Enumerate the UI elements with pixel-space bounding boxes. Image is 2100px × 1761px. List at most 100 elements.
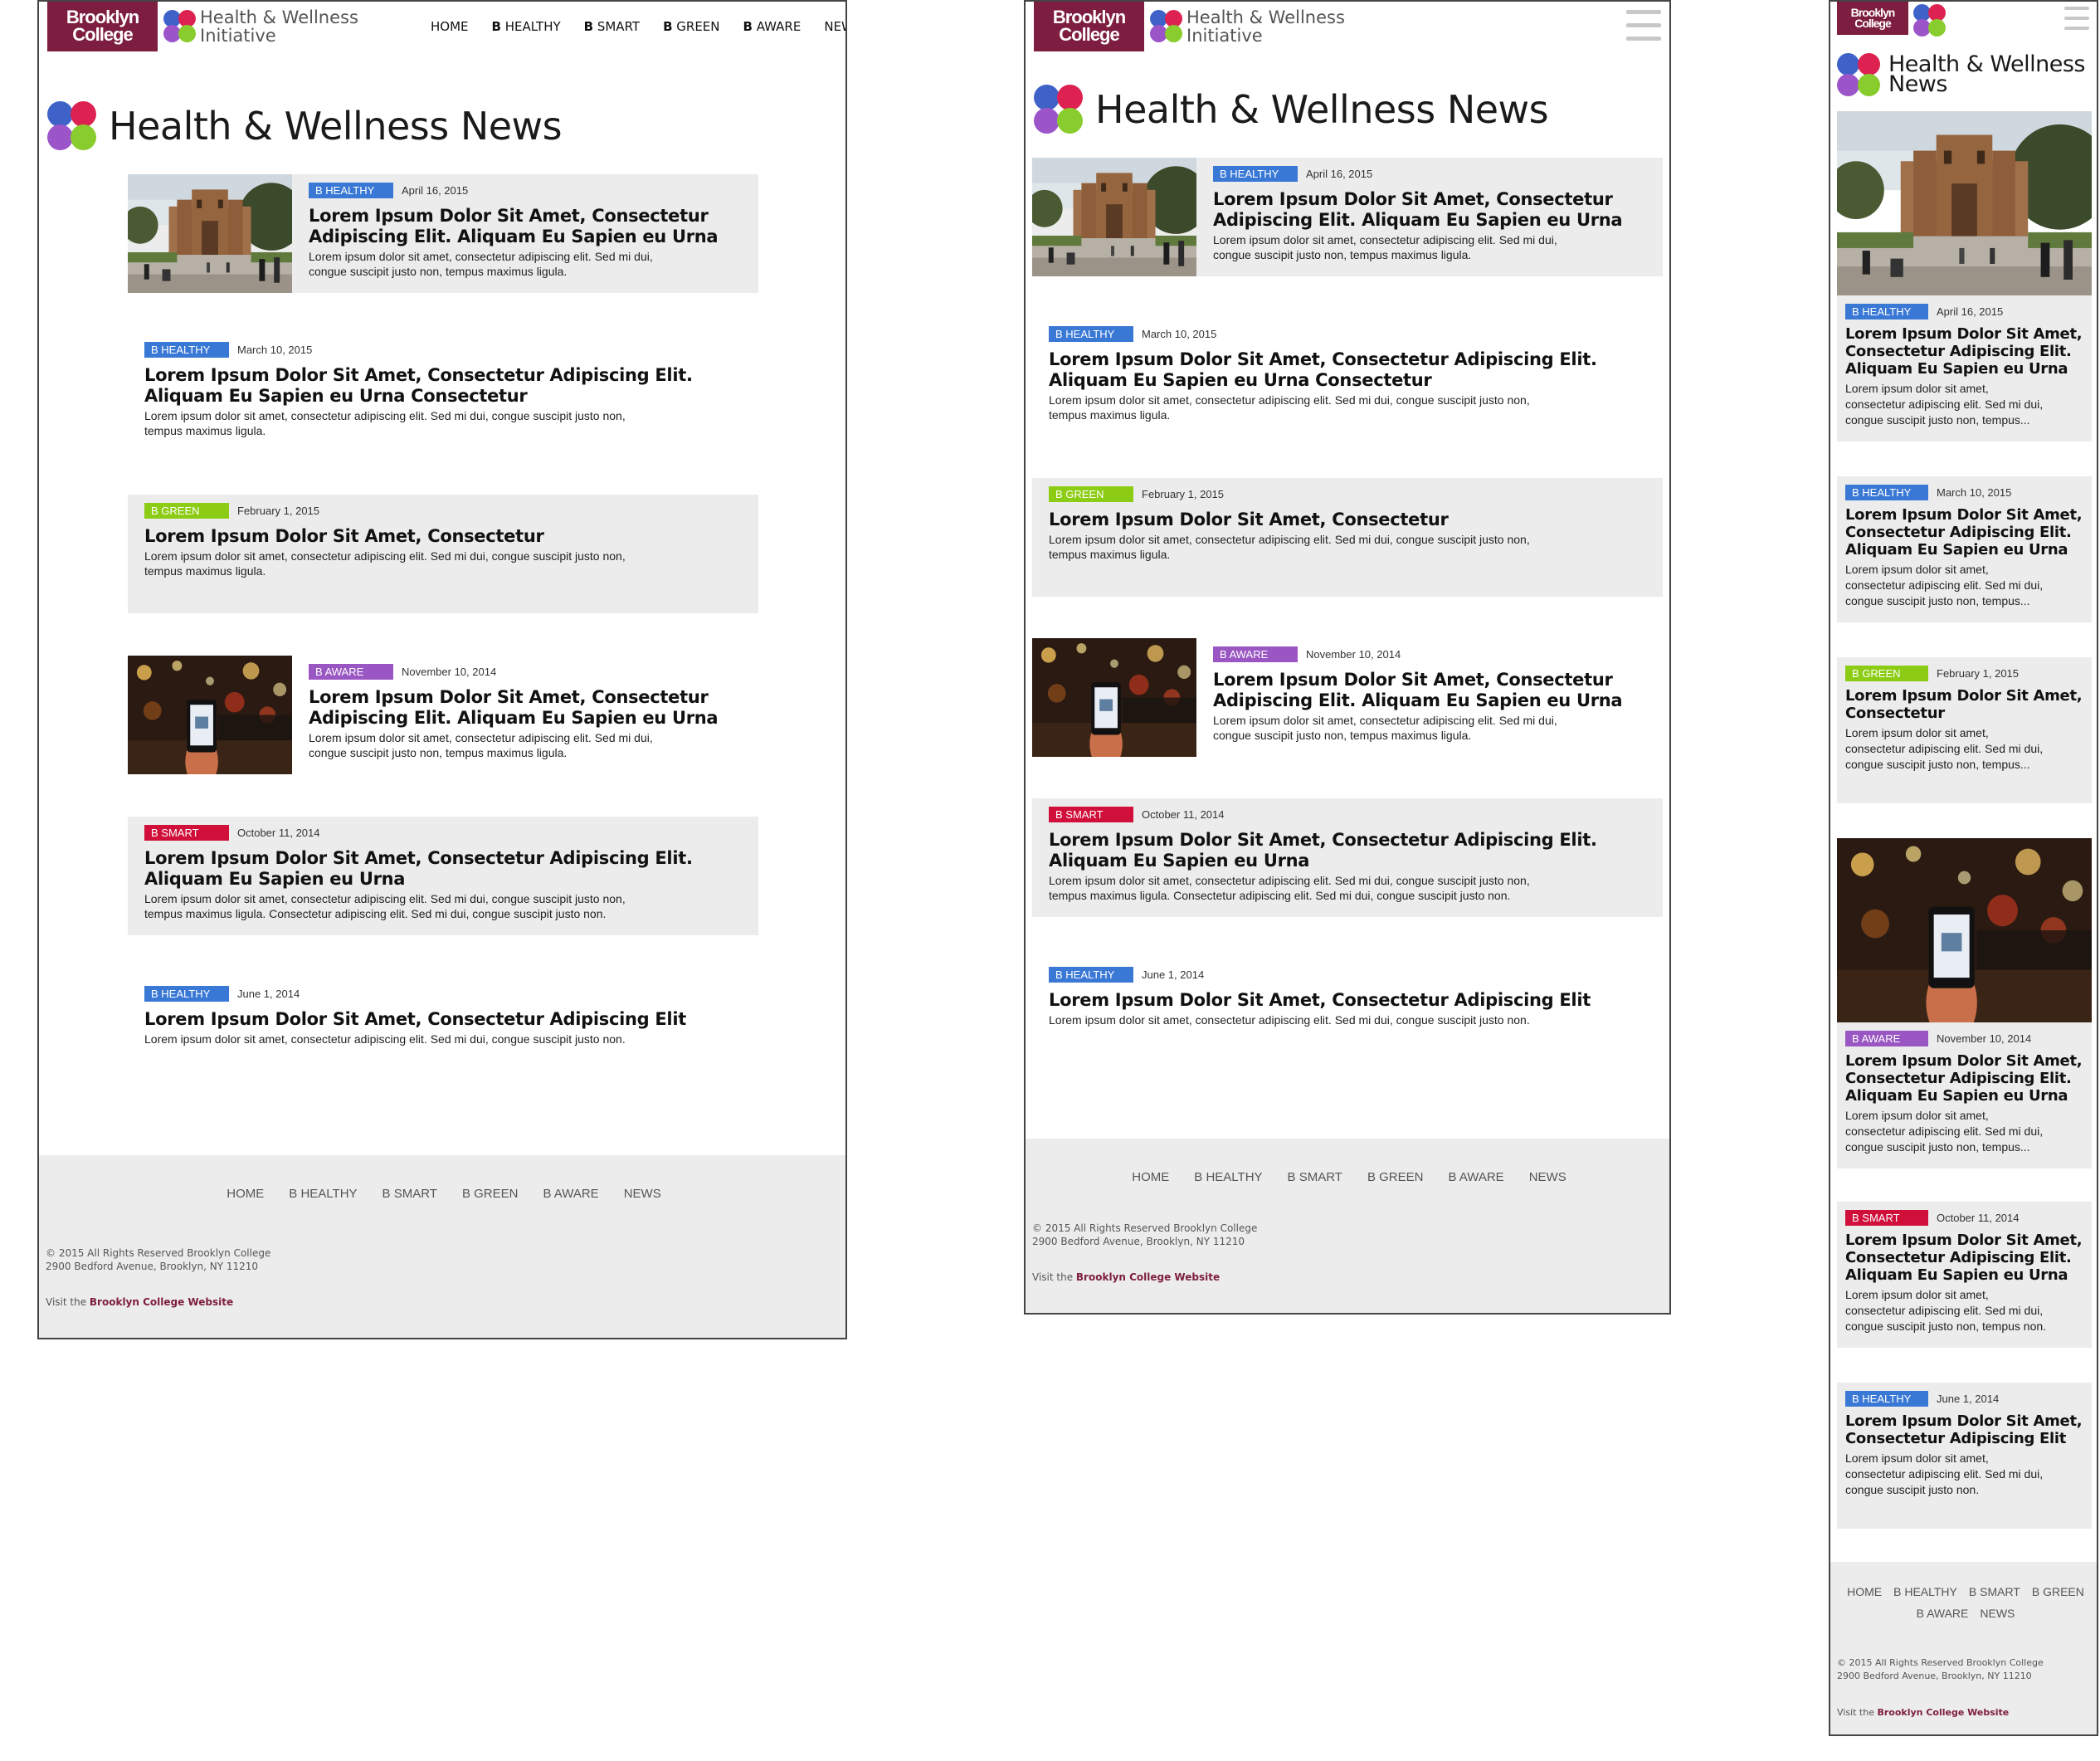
category-tag[interactable]: B GREEN [1049,486,1133,502]
article-title[interactable]: Lorem Ipsum Dolor Sit Amet, Consectetur A… [1845,1232,2083,1284]
campus-photo[interactable] [1032,158,1196,276]
nav-item-news[interactable]: NEWS [824,19,845,34]
category-tag[interactable]: B AWARE [1845,1031,1928,1046]
category-tag[interactable]: B HEALTHY [1213,166,1298,182]
article-card[interactable]: B GREEN February 1, 2015 Lorem Ipsum Dolor… [1032,478,1663,597]
article-title[interactable]: Lorem Ipsum Dolor Sit Amet, Consectetur … [1049,830,1597,871]
footer-nav-home[interactable]: HOME [1132,1170,1169,1184]
nav-item-b-smart[interactable]: B SMART [584,19,640,34]
article-card-body: B HEALTHY April 16, 2015 Lorem Ipsum Dolor… [1837,295,2092,441]
article-card[interactable]: B GREEN February 1, 2015 Lorem Ipsum Dolor… [1837,657,2092,803]
campus-photo[interactable] [128,174,292,293]
footer-nav-news[interactable]: NEWS [1529,1170,1566,1184]
article-card[interactable]: B HEALTHY June 1, 2014 Lorem Ipsum Dolor S… [1032,959,1663,1077]
category-tag[interactable]: B HEALTHY [1845,485,1928,500]
article-meta: B HEALTHY April 16, 2015 [1213,166,1372,182]
footer-nav-home[interactable]: HOME [1847,1585,1882,1598]
category-tag[interactable]: B SMART [1049,807,1133,822]
footer-nav-b-smart[interactable]: B SMART [382,1187,437,1201]
article-card[interactable]: B HEALTHY April 16, 2015 Lorem Ipsum Dolor… [1837,111,2092,441]
article-title[interactable]: Lorem Ipsum Dolor Sit Amet, Consectetur A… [1845,506,2083,559]
article-title[interactable]: Lorem Ipsum Dolor Sit Amet, Consectetur A… [309,206,719,247]
nav-item-home[interactable]: HOME [431,19,469,34]
category-tag[interactable]: B HEALTHY [144,342,229,358]
article-card[interactable]: B HEALTHY March 10, 2015 Lorem Ipsum Dolor… [1837,476,2092,622]
night-street-phone-photo[interactable] [128,656,292,774]
hamburger-menu-icon[interactable] [2064,7,2089,30]
hamburger-menu-icon[interactable] [1626,10,1661,43]
article-date: October 11, 2014 [237,827,320,839]
article-title[interactable]: Lorem Ipsum Dolor Sit Amet, Consectetur [1049,510,1449,530]
footer-nav-b-aware[interactable]: B AWARE [543,1187,598,1201]
night-street-phone-photo[interactable] [1837,838,2092,1022]
footer-nav-b-green[interactable]: B GREEN [462,1187,519,1201]
footer-nav-b-healthy[interactable]: B HEALTHY [1893,1585,1957,1598]
footer-nav-b-healthy[interactable]: B HEALTHY [1194,1170,1262,1184]
article-title[interactable]: Lorem Ipsum Dolor Sit Amet, Consectetur A… [1213,189,1623,231]
article-card[interactable]: B AWARE November 10, 2014 Lorem Ipsum Dolo… [1032,638,1663,757]
brooklyn-college-logo[interactable]: Brooklyn College [1837,2,1908,35]
article-card[interactable]: B AWARE November 10, 2014 Lorem Ipsum Dolo… [128,656,758,774]
article-title[interactable]: Lorem Ipsum Dolor Sit Amet, Consectetur … [1049,349,1597,391]
article-card[interactable]: B HEALTHY March 10, 2015 Lorem Ipsum Dolor… [1032,318,1663,437]
initiative-name[interactable]: Health & Wellness Initiative [1186,8,1345,45]
category-tag[interactable]: B HEALTHY [1845,1391,1928,1407]
article-title[interactable]: Lorem Ipsum Dolor Sit Amet, Consectetur … [144,1009,686,1030]
category-tag[interactable]: B HEALTHY [1049,326,1133,342]
article-card[interactable]: B AWARE November 10, 2014 Lorem Ipsum Dolo… [1837,838,2092,1168]
footer-nav-b-green[interactable]: B GREEN [2032,1585,2084,1598]
night-street-phone-photo[interactable] [1032,638,1196,757]
article-card[interactable]: B HEALTHY April 16, 2015 Lorem Ipsum Dolor… [1032,158,1663,276]
initiative-name[interactable]: Health & Wellness Initiative [200,8,358,45]
footer-nav-home[interactable]: HOME [227,1187,264,1201]
article-title[interactable]: Lorem Ipsum Dolor Sit Amet, Consectetur A… [1845,1412,2083,1447]
brooklyn-college-logo[interactable]: Brooklyn College [1034,2,1144,51]
campus-photo[interactable] [1837,111,2092,295]
category-tag[interactable]: B AWARE [1213,646,1298,662]
footer-nav-news[interactable]: NEWS [624,1187,661,1201]
brooklyn-college-website-link[interactable]: Brooklyn College Website [90,1296,233,1308]
footer-nav-b-green[interactable]: B GREEN [1367,1170,1424,1184]
article-card[interactable]: B HEALTHY June 1, 2014 Lorem Ipsum Dolor S… [128,978,758,1096]
category-tag[interactable]: B AWARE [309,664,393,680]
article-title[interactable]: Lorem Ipsum Dolor Sit Amet, Consectetur … [144,365,693,407]
article-card[interactable]: B HEALTHY June 1, 2014 Lorem Ipsum Dolor S… [1837,1383,2092,1529]
category-tag[interactable]: B SMART [144,825,229,841]
article-card[interactable]: B SMART October 11, 2014 Lorem Ipsum Dolor… [1837,1202,2092,1348]
footer-nav-news[interactable]: NEWS [1980,1607,2015,1620]
article-card-body: B AWARE November 10, 2014 Lorem Ipsum Dolo… [1837,1022,2092,1168]
category-tag[interactable]: B SMART [1845,1210,1928,1226]
category-tag[interactable]: B HEALTHY [1845,304,1928,320]
category-tag[interactable]: B HEALTHY [309,183,393,198]
article-card[interactable]: B HEALTHY March 10, 2015 Lorem Ipsum Dolor… [128,334,758,452]
article-title[interactable]: Lorem Ipsum Dolor Sit Amet, Consectetur … [144,848,693,890]
brooklyn-college-website-link[interactable]: Brooklyn College Website [1076,1271,1220,1283]
article-date: June 1, 2014 [1142,968,1205,981]
article-meta: B GREEN February 1, 2015 [144,503,319,519]
nav-item-b-green[interactable]: B GREEN [663,19,719,34]
article-card[interactable]: B SMART October 11, 2014 Lorem Ipsum Dolor… [128,817,758,935]
article-title[interactable]: Lorem Ipsum Dolor Sit Amet, Consectetur A… [1845,325,2083,378]
nav-item-b-healthy[interactable]: B HEALTHY [492,19,561,34]
article-title[interactable]: Lorem Ipsum Dolor Sit Amet, Consectetur [1845,687,2083,722]
article-card[interactable]: B SMART October 11, 2014 Lorem Ipsum Dolor… [1032,798,1663,917]
footer-nav-b-aware[interactable]: B AWARE [1448,1170,1503,1184]
category-tag[interactable]: B GREEN [144,503,229,519]
article-card[interactable]: B HEALTHY April 16, 2015 Lorem Ipsum Dolor… [128,174,758,293]
brooklyn-college-logo[interactable]: Brooklyn College [47,2,158,51]
footer-nav-b-smart[interactable]: B SMART [1288,1170,1342,1184]
article-card[interactable]: B GREEN February 1, 2015 Lorem Ipsum Dolor… [128,495,758,613]
article-title[interactable]: Lorem Ipsum Dolor Sit Amet, Consectetur … [1049,990,1591,1011]
article-title[interactable]: Lorem Ipsum Dolor Sit Amet, Consectetur [144,526,544,547]
footer-nav-b-smart[interactable]: B SMART [1969,1585,2020,1598]
brooklyn-college-website-link[interactable]: Brooklyn College Website [1878,1707,2010,1718]
category-tag[interactable]: B HEALTHY [1049,967,1133,983]
article-title[interactable]: Lorem Ipsum Dolor Sit Amet, Consectetur A… [309,687,719,729]
article-title[interactable]: Lorem Ipsum Dolor Sit Amet, Consectetur A… [1845,1052,2083,1105]
footer-nav-b-healthy[interactable]: B HEALTHY [289,1187,357,1201]
footer-nav-b-aware[interactable]: B AWARE [1917,1607,1969,1620]
article-title[interactable]: Lorem Ipsum Dolor Sit Amet, Consectetur A… [1213,670,1623,711]
nav-item-b-aware[interactable]: B AWARE [743,19,802,34]
category-tag[interactable]: B HEALTHY [144,986,229,1002]
category-tag[interactable]: B GREEN [1845,666,1928,681]
